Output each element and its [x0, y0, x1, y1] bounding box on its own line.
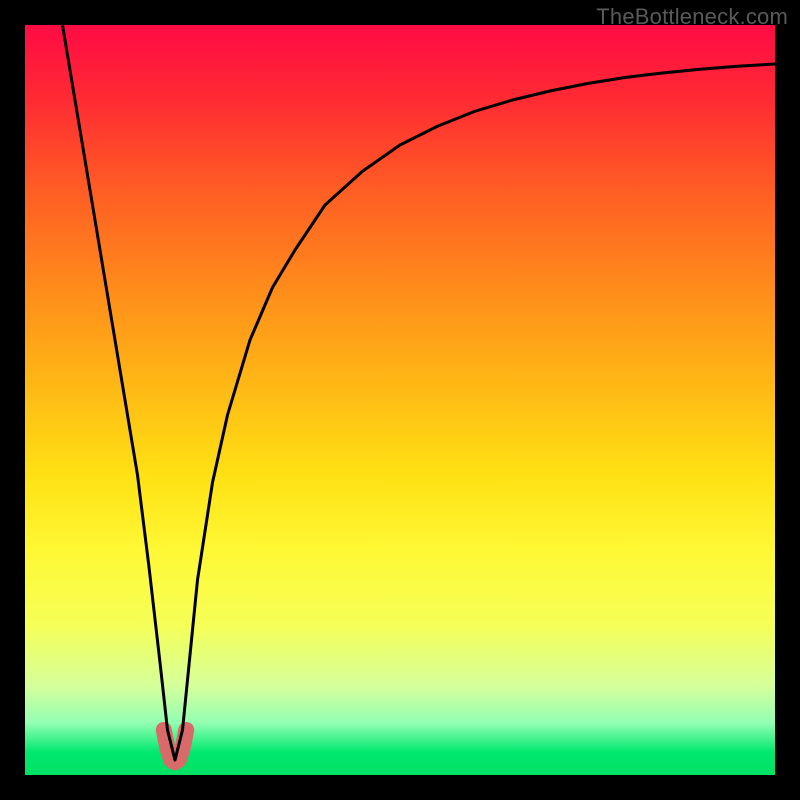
- chart-svg: [25, 25, 775, 775]
- bottleneck-curve: [63, 25, 776, 760]
- chart-frame: [25, 25, 775, 775]
- watermark: TheBottleneck.com: [596, 4, 788, 30]
